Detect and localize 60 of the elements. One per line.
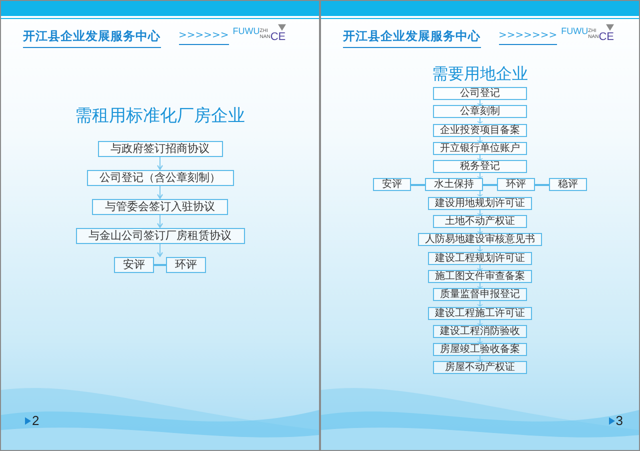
- down-arrow: [476, 210, 484, 216]
- flow-step: 公章刻制: [433, 105, 527, 118]
- down-arrow: [476, 264, 484, 270]
- page-number: 2: [32, 413, 40, 428]
- down-arrow: [476, 338, 484, 344]
- header-title: 开江县企业发展服务中心: [23, 28, 160, 48]
- flow-step: 建设用地规划许可证: [428, 196, 532, 210]
- logo-text: CE: [270, 31, 286, 43]
- header-title: 开江县企业发展服务中心: [343, 28, 480, 48]
- page-number: 3: [616, 413, 623, 428]
- flow-step: 与政府签订招商协议: [98, 141, 222, 157]
- down-arrow: [476, 136, 484, 142]
- down-arrow: [476, 100, 484, 106]
- down-arrow: [476, 228, 484, 234]
- flow-step: 企业投资项目备案: [433, 124, 527, 137]
- flow-step: 与管委会签订入驻协议: [92, 199, 228, 215]
- flow-step: 土地不动产权证: [433, 215, 527, 228]
- chevron-text: >>>>>>: [178, 30, 229, 45]
- down-arrow: [476, 282, 484, 288]
- down-arrow: [476, 356, 484, 362]
- flow-step: 公司登记（含公章刻制）: [86, 170, 234, 186]
- triangle-icon: [606, 24, 614, 31]
- flow-step: 公司登记: [433, 87, 527, 100]
- logo-text: FUWU: [232, 26, 260, 36]
- flow-step: 环评: [497, 178, 535, 192]
- down-arrow: [476, 320, 484, 325]
- down-arrow: [156, 157, 164, 170]
- flow-step: 建设工程施工许可证: [428, 306, 532, 320]
- flow-step: 房屋不动产权证: [433, 361, 527, 374]
- flow-step: 人防易地建设审核意见书: [418, 233, 542, 246]
- flow-step: 与金山公司签订厂房租赁协议: [76, 228, 244, 244]
- down-arrow: [476, 246, 484, 252]
- down-arrow: [156, 215, 164, 228]
- down-arrow: [476, 173, 484, 178]
- down-arrow: [476, 118, 484, 124]
- page-heading: 需租用标准化厂房企业: [75, 105, 245, 127]
- logo-text: FUWU: [561, 26, 588, 36]
- flow-step: 房屋竣工验收备案: [433, 343, 527, 356]
- logo-text: CE: [598, 31, 614, 43]
- down-arrow: [476, 191, 484, 197]
- flow-step: 稳评: [549, 178, 587, 192]
- flow-step: 建设工程消防验收: [433, 324, 527, 338]
- flow-step: 建设工程规划许可证: [428, 252, 532, 265]
- flow-step: 税务登记: [433, 160, 527, 174]
- flow-step: 质量监督申报登记: [433, 288, 527, 302]
- flow-step: 安评: [373, 178, 411, 192]
- down-arrow: [476, 154, 484, 160]
- down-arrow: [156, 186, 164, 199]
- flow-step: 水土保持: [425, 178, 483, 192]
- down-arrow: [156, 244, 164, 257]
- flow-step: 施工图文件审查备案: [428, 270, 532, 283]
- flow-step: 安评: [114, 257, 154, 273]
- flow-step: 环评: [166, 257, 206, 273]
- page-heading: 需要用地企业: [432, 64, 528, 85]
- triangle-icon: [278, 24, 286, 31]
- down-arrow: [476, 301, 484, 307]
- play-icon: [608, 416, 615, 424]
- chevron-text: >>>>>>>: [498, 30, 558, 45]
- play-icon: [25, 416, 31, 424]
- flow-step: 开立银行单位账户: [433, 142, 527, 155]
